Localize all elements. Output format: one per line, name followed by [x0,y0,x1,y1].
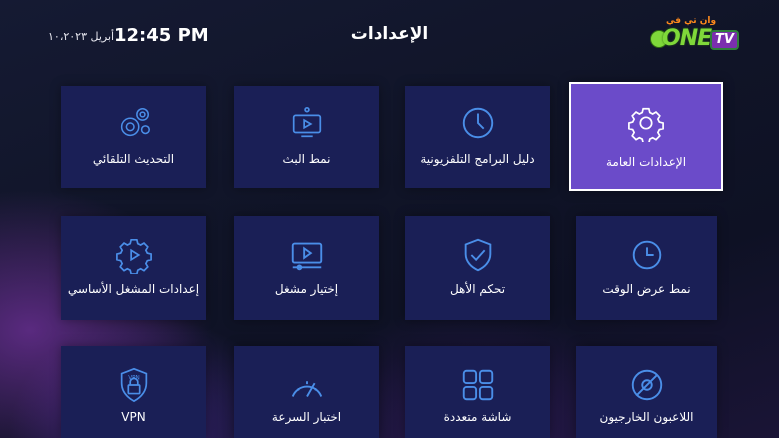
tile-label: دليل البرامج التلفزيونية [420,152,535,166]
brand-logo: وان تي في ONE TV [648,16,740,52]
logo-tv-text: TV [710,30,739,50]
multiscreen-icon [459,366,497,404]
tile-time-format[interactable]: نمط عرض الوقت [576,216,717,320]
tile-label: إختيار مشغل [274,282,339,296]
tile-label: VPN [121,410,146,424]
tile-multiscreen[interactable]: شاشة متعددة [405,346,550,438]
gears-update-icon [115,104,153,142]
tile-label: اختبار السرعة [271,410,342,424]
clock-icon [459,104,497,142]
tile-label: نمط البث [282,152,331,166]
tile-tv-guide[interactable]: دليل البرامج التلفزيونية [405,86,550,188]
gear-icon [627,104,665,142]
tile-vpn[interactable]: VPN VPN [61,346,206,438]
tile-stream-mode[interactable]: نمط البث [234,86,379,188]
logo-arabic-text: وان تي في [666,16,717,26]
logo-one-text: ONE [662,26,712,51]
speedometer-icon [288,368,326,406]
tile-label: تحكم الأهل [449,282,506,296]
shield-check-icon [459,236,497,274]
tile-external-players[interactable]: اللاعبون الخارجيون [576,346,717,438]
tile-label: نمط عرض الوقت [602,282,691,296]
tile-general-settings[interactable]: الإعدادات العامة [569,82,723,191]
tile-label: التحديث التلقائي [92,152,175,166]
stream-icon [288,104,326,142]
tile-label: الإعدادات العامة [605,155,687,169]
tile-speed-test[interactable]: اختبار السرعة [234,346,379,438]
tile-auto-update[interactable]: التحديث التلقائي [61,86,206,188]
tile-select-player[interactable]: إختيار مشغل [234,216,379,320]
vpn-lock-icon: VPN [115,366,153,404]
player-settings-icon [115,236,153,274]
player-select-icon [288,236,326,274]
tile-label: إعدادات المشغل الأساسي [67,282,200,296]
tile-label: شاشة متعددة [443,410,512,424]
tile-label: اللاعبون الخارجيون [599,410,694,424]
tile-parental-control[interactable]: تحكم الأهل [405,216,550,320]
time-format-icon [628,236,666,274]
external-player-icon [628,366,666,404]
tile-default-player-settings[interactable]: إعدادات المشغل الأساسي [61,216,206,320]
